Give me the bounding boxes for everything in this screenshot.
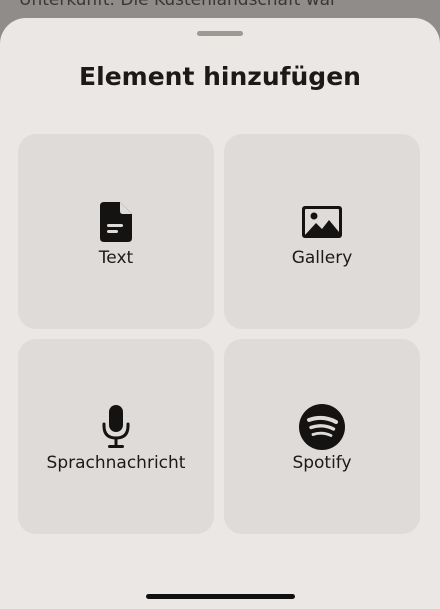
- image-icon: [224, 200, 420, 244]
- add-spotify-label: Spotify: [292, 453, 352, 473]
- add-gallery-label: Gallery: [291, 248, 353, 268]
- bottom-sheet: Element hinzufügen Text Gallery Sprachna…: [0, 18, 440, 609]
- add-text-label: Text: [98, 248, 134, 268]
- background-text: Unterkunft. Die Küstenlandschaft war: [19, 0, 338, 10]
- add-text-button[interactable]: Text: [18, 134, 214, 329]
- add-spotify-button[interactable]: Spotify: [224, 339, 420, 534]
- spotify-icon: [224, 404, 420, 450]
- document-icon: [18, 200, 214, 244]
- sheet-grabber[interactable]: [197, 31, 243, 36]
- add-voice-message-button[interactable]: Sprachnachricht: [18, 339, 214, 534]
- home-indicator: [146, 594, 295, 599]
- microphone-icon: [18, 405, 214, 449]
- add-gallery-button[interactable]: Gallery: [224, 134, 420, 329]
- sheet-title: Element hinzufügen: [79, 62, 361, 91]
- add-voice-message-label: Sprachnachricht: [46, 453, 186, 473]
